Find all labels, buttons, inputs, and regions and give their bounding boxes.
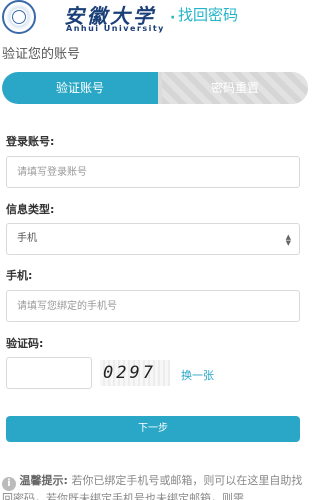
refresh-captcha-link[interactable]: 换一张 (181, 367, 214, 383)
info-type-select[interactable]: 手机 ▲ ▼ (6, 223, 300, 255)
account-label: 登录账号: (6, 135, 55, 148)
step-arrow-icon (143, 72, 157, 104)
info-type-label: 信息类型: (6, 203, 55, 216)
captcha-image: 0297 (100, 360, 170, 386)
university-name-en: Anhui University (66, 24, 165, 33)
phone-label: 手机: (6, 269, 33, 282)
university-seal-logo (2, 0, 36, 34)
header-separator: · (170, 10, 176, 26)
captcha-label: 验证码: (6, 337, 44, 350)
account-input[interactable] (6, 156, 300, 188)
step-progress: 密码重置 验证账号 (2, 72, 308, 104)
step-verify-account: 验证账号 (2, 72, 158, 104)
section-title: 验证您的账号 (2, 47, 81, 62)
step-password-reset: 密码重置 (162, 72, 308, 104)
select-updown-icon: ▲ ▼ (285, 233, 291, 247)
info-type-value: 手机 (17, 233, 37, 244)
next-button[interactable]: 下一步 (6, 416, 300, 442)
page-title: 找回密码 (178, 6, 239, 24)
captcha-input[interactable] (6, 357, 92, 389)
tip-heading: 温馨提示: (19, 474, 68, 487)
phone-input[interactable] (6, 290, 300, 322)
info-icon: i (2, 477, 16, 491)
header: 安徽大学 Anhui University · 找回密码 (0, 0, 310, 40)
step-verify-account-label: 验证账号 (55, 81, 104, 95)
tip-box: i 温馨提示: 若你已绑定手机号或邮箱，则可以在这里自助找回密码，若你既未绑定手… (2, 473, 308, 500)
